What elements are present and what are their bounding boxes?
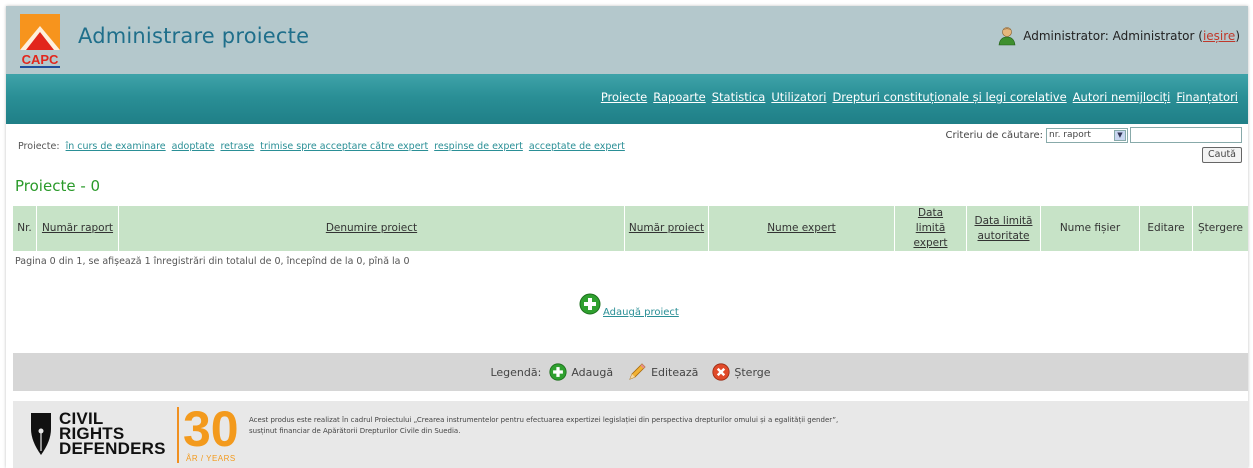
anniversary-years: ÅR / YEARS [186,454,236,463]
civil-rights-defenders-logo: CIVIL RIGHTS DEFENDERS [29,410,166,458]
filters-label: Proiecte: [18,141,60,152]
footer-disclaimer: Acest produs este realizat în cadrul Pro… [249,415,1229,437]
col-nr-label: Nr. [17,222,32,234]
chevron-down-icon[interactable]: ▼ [1114,129,1126,141]
logo-text: CAPC [22,52,59,67]
add-icon[interactable] [579,293,601,318]
filter-trimise[interactable]: trimise spre acceptare către expert [260,141,428,152]
footer-text-line-2: susținut financiar de Apărătorii Dreptur… [249,427,461,435]
legend-edit-label: Editează [651,365,699,379]
main-navbar: Proiecte Rapoarte Statistica Utilizatori… [6,74,1248,124]
nav-item-autori[interactable]: Autori nemijlociți [1073,90,1171,104]
filter-adoptate[interactable]: adoptate [172,141,215,152]
footer-divider [177,407,179,463]
capc-logo[interactable]: CAPC [16,12,66,68]
sort-numar-proiect-link[interactable]: Număr proiect [629,221,704,236]
nav-item-proiecte[interactable]: Proiecte [601,90,647,104]
col-nume-fisier: Nume fișier [1041,206,1140,251]
user-suffix: ) [1235,29,1240,43]
sort-data-autoritate-link[interactable]: Data limită autoritate [973,214,1034,244]
filter-respinse[interactable]: respinse de expert [434,141,523,152]
col-data-limita-autoritate[interactable]: Data limită autoritate [967,206,1041,251]
app-window: CAPC Administrare proiecte Administrator… [6,6,1248,468]
legend-edit: Editează [627,362,698,382]
legend-add-label: Adaugă [571,365,614,379]
search-panel: Criteriu de căutare: nr. raport ▼ Caută [942,127,1242,167]
col-denumire-proiect[interactable]: Denumire proiect [119,206,625,251]
anniversary-number: 30 [183,401,239,457]
nav-item-rapoarte[interactable]: Rapoarte [653,90,705,104]
delete-icon [712,363,730,381]
org-line-3: DEFENDERS [59,439,166,458]
add-project-action[interactable]: Adaugă proiect [579,293,679,318]
legend-bar: Legendă: Adaugă Editează Șterge [13,353,1248,391]
filter-retrase[interactable]: retrase [220,141,254,152]
search-button[interactable]: Caută [1202,147,1242,163]
sort-denumire-link[interactable]: Denumire proiect [326,221,417,236]
add-icon [549,363,567,381]
search-criteria-select[interactable]: nr. raport ▼ [1046,127,1128,143]
pen-nib-icon [31,413,51,455]
page-header: CAPC Administrare proiecte Administrator… [6,6,1248,74]
nav-item-finantatori[interactable]: Finanțatori [1176,90,1238,104]
col-editare-label: Editare [1147,222,1185,234]
user-label: Administrator: Administrator ( [1023,29,1203,43]
col-numar-raport[interactable]: Număr raport [37,206,119,251]
filter-in-examinare[interactable]: în curs de examinare [66,141,166,152]
col-nr: Nr. [13,206,37,251]
user-info: Administrator: Administrator (ieșire) [997,26,1240,46]
legend-delete-label: Șterge [734,365,771,379]
sort-numar-raport-link[interactable]: Număr raport [42,221,113,236]
col-stergere: Ștergere [1193,206,1248,251]
legend-add: Adaugă [549,363,613,381]
user-avatar-icon [997,26,1017,46]
search-input[interactable] [1130,127,1242,143]
filter-acceptate[interactable]: acceptate de expert [529,141,625,152]
sort-data-expert-link[interactable]: Data limită expert [903,206,958,251]
project-status-filters: Proiecte: în curs de examinare adoptate … [18,141,625,152]
footer: CIVIL RIGHTS DEFENDERS 30 ÅR / YEARS Ace… [13,401,1248,468]
pencil-icon [629,363,646,380]
add-project-link[interactable]: Adaugă proiect [603,307,679,318]
nav-item-statistica[interactable]: Statistica [712,90,766,104]
col-nume-expert[interactable]: Nume expert [709,206,895,251]
legend-label: Legendă: [490,365,542,379]
footer-text-line-1: Acest produs este realizat în cadrul Pro… [249,416,839,424]
main-menu: Proiecte Rapoarte Statistica Utilizatori… [595,90,1238,104]
col-data-limita-expert[interactable]: Data limită expert [895,206,967,251]
search-criteria-value: nr. raport [1049,129,1091,140]
projects-table-header: Nr. Număr raport Denumire proiect Număr … [13,206,1248,251]
sort-nume-expert-link[interactable]: Nume expert [767,221,836,236]
col-stergere-label: Ștergere [1197,222,1244,234]
pagination-info: Pagina 0 din 1, se afișează 1 înregistră… [15,256,410,267]
org-name: CIVIL RIGHTS DEFENDERS [59,410,166,458]
page-title: Administrare proiecte [78,24,310,48]
col-numar-proiect[interactable]: Număr proiect [625,206,709,251]
search-criteria-label: Criteriu de căutare: [945,129,1043,141]
section-title: Proiecte - 0 [15,177,101,195]
col-editare: Editare [1140,206,1193,251]
col-nume-fisier-label: Nume fișier [1059,222,1121,234]
legend-delete: Șterge [712,363,771,381]
nav-item-drepturi[interactable]: Drepturi constituționale și legi corelat… [832,90,1066,104]
logout-link[interactable]: ieșire [1203,29,1235,43]
nav-item-utilizatori[interactable]: Utilizatori [771,90,826,104]
